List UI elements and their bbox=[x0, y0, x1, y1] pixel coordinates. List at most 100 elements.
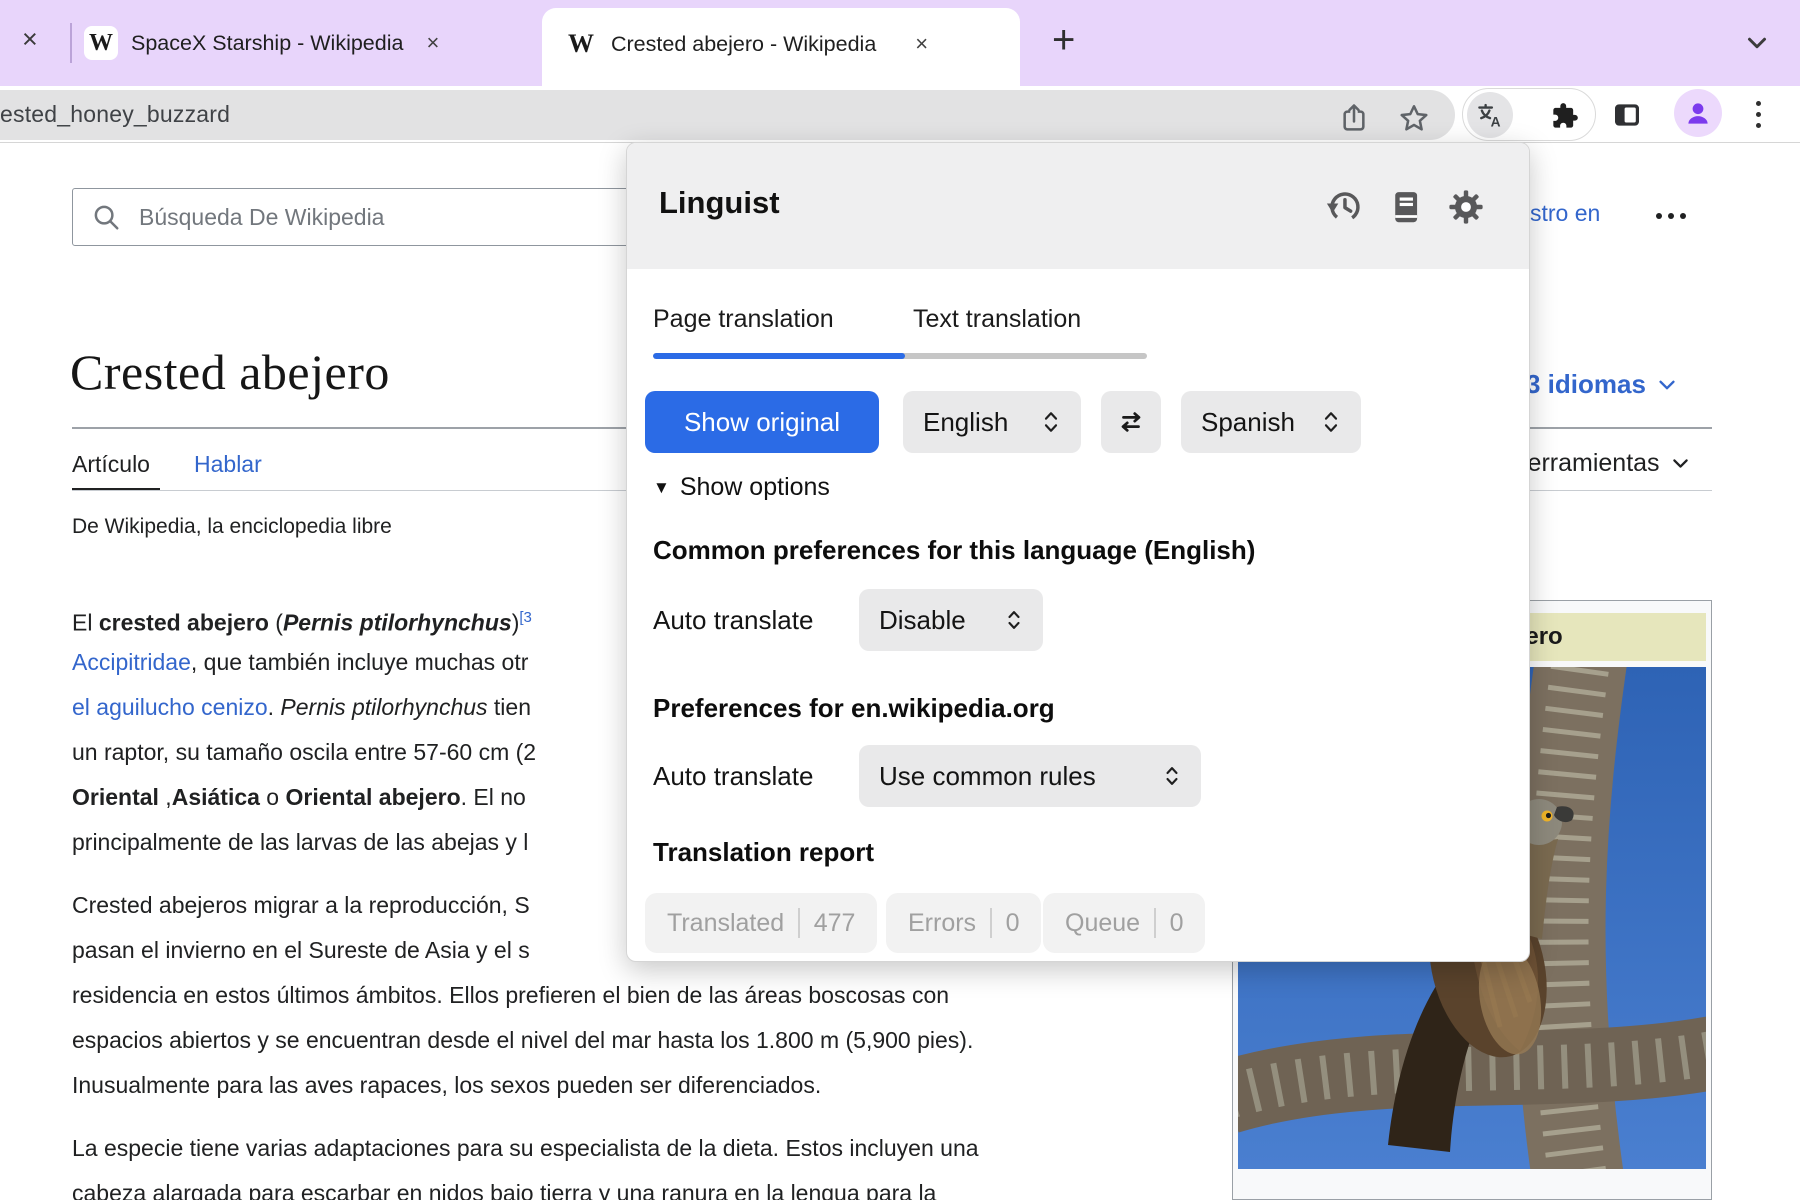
article-text: Pernis ptilorhynchus bbox=[280, 694, 487, 720]
article-text: o bbox=[260, 784, 286, 810]
tab-text-translation[interactable]: Text translation bbox=[913, 305, 1081, 334]
article-text: residencia en estos últimos ámbitos. Ell… bbox=[72, 982, 949, 1008]
tab-list-chevron-icon[interactable] bbox=[1742, 28, 1772, 58]
triangle-down-icon: ▼ bbox=[653, 478, 670, 498]
article-text: , bbox=[159, 784, 172, 810]
signin-link-fragment[interactable]: stro en bbox=[1530, 200, 1600, 227]
badge-value: 477 bbox=[814, 909, 856, 938]
tab-spacex[interactable]: W SpaceX Starship - Wikipedia × bbox=[84, 0, 439, 86]
show-original-label: Show original bbox=[684, 407, 840, 438]
badge-value: 0 bbox=[1006, 909, 1020, 938]
common-auto-translate-value: Disable bbox=[879, 605, 966, 636]
share-icon[interactable] bbox=[1338, 102, 1370, 134]
extensions-pill: A bbox=[1462, 88, 1596, 141]
tab-strip: × W SpaceX Starship - Wikipedia × W Cres… bbox=[0, 0, 1800, 86]
translated-count-badge: Translated 477 bbox=[645, 893, 877, 953]
tab-title: Crested abejero - Wikipedia bbox=[611, 32, 876, 57]
badge-value: 0 bbox=[1170, 909, 1184, 938]
dictionary-icon[interactable] bbox=[1387, 188, 1425, 226]
updown-chevrons-icon bbox=[1041, 409, 1061, 435]
show-original-button[interactable]: Show original bbox=[645, 391, 879, 453]
badge-label: Errors bbox=[908, 909, 976, 938]
close-icon[interactable]: × bbox=[22, 24, 38, 55]
tab-close-icon[interactable]: × bbox=[426, 30, 439, 56]
article-text: pasan el invierno en el Sureste de Asia … bbox=[72, 937, 530, 963]
languages-dropdown[interactable]: 3 idiomas bbox=[1526, 369, 1678, 400]
tab-crested-abejero[interactable]: W Crested abejero - Wikipedia × bbox=[542, 8, 1020, 86]
article-text: espacios abiertos y se encuentran desde … bbox=[72, 1027, 973, 1053]
popup-title: Linguist bbox=[659, 185, 780, 221]
profile-avatar[interactable] bbox=[1674, 89, 1722, 137]
errors-count-badge: Errors 0 bbox=[886, 893, 1041, 953]
chevron-down-icon bbox=[1656, 374, 1678, 396]
history-icon[interactable] bbox=[1325, 188, 1363, 226]
article-text: . bbox=[268, 694, 281, 720]
article-text: tien bbox=[488, 694, 531, 720]
updown-chevrons-icon bbox=[1321, 409, 1341, 435]
article-text: El bbox=[72, 610, 99, 636]
article-text: Crested abejeros migrar a la reproducció… bbox=[72, 892, 530, 918]
source-language-value: English bbox=[923, 407, 1008, 438]
browser-menu-icon[interactable] bbox=[1756, 101, 1761, 128]
tab-article[interactable]: Artículo bbox=[72, 451, 150, 478]
new-tab-button[interactable]: + bbox=[1052, 18, 1075, 62]
page-more-icon[interactable] bbox=[1656, 213, 1686, 219]
article-text: un raptor, su tamaño oscila entre 57-60 … bbox=[72, 739, 536, 765]
article-text: [3 bbox=[519, 609, 532, 626]
queue-count-badge: Queue0 bbox=[1043, 893, 1205, 953]
tools-dropdown[interactable]: lerramientas bbox=[1522, 449, 1691, 478]
article-link[interactable]: Accipitridae bbox=[72, 649, 191, 675]
show-options-toggle[interactable]: ▼ Show options bbox=[653, 473, 830, 502]
tab-underline bbox=[653, 353, 1147, 359]
tab-talk[interactable]: Hablar bbox=[194, 451, 262, 478]
target-language-select[interactable]: Spanish bbox=[1181, 391, 1361, 453]
article-text: principalmente de las larvas de las abej… bbox=[72, 829, 528, 855]
common-auto-translate-select[interactable]: Disable bbox=[859, 589, 1043, 651]
side-panel-icon[interactable] bbox=[1610, 99, 1644, 131]
swap-languages-button[interactable] bbox=[1101, 391, 1161, 453]
tab-title: SpaceX Starship - Wikipedia bbox=[131, 31, 403, 56]
settings-gear-icon[interactable] bbox=[1447, 188, 1485, 226]
svg-text:A: A bbox=[1491, 114, 1501, 129]
wikipedia-search-input[interactable]: Búsqueda De Wikipedia bbox=[72, 188, 672, 246]
article-line: Inusualmente para las aves rapaces, los … bbox=[72, 1063, 1202, 1108]
updown-chevrons-icon bbox=[1005, 608, 1023, 632]
tab-close-icon[interactable]: × bbox=[915, 31, 928, 57]
tab-divider bbox=[70, 23, 72, 63]
wikipedia-favicon: W bbox=[84, 26, 118, 60]
search-placeholder: Búsqueda De Wikipedia bbox=[139, 204, 384, 231]
article-text: cabeza alargada para escarbar en nidos b… bbox=[72, 1180, 936, 1200]
url-text: ested_honey_buzzard bbox=[0, 101, 230, 128]
article-text: Oriental abejero bbox=[286, 784, 461, 810]
article-line: cabeza alargada para escarbar en nidos b… bbox=[72, 1171, 1202, 1200]
target-language-value: Spanish bbox=[1201, 407, 1295, 438]
tools-label: lerramientas bbox=[1522, 449, 1660, 478]
badge-label: Translated bbox=[667, 909, 784, 938]
bookmark-star-icon[interactable] bbox=[1398, 102, 1430, 134]
article-line: residencia en estos últimos ámbitos. Ell… bbox=[72, 973, 1202, 1018]
article-text: Oriental bbox=[72, 784, 159, 810]
article-link[interactable]: el aguilucho cenizo bbox=[72, 694, 268, 720]
swap-arrows-icon bbox=[1116, 407, 1146, 437]
article-text: La especie tiene varias adaptaciones par… bbox=[72, 1135, 979, 1161]
browser-toolbar: ested_honey_buzzard A bbox=[0, 86, 1800, 143]
tab-page-translation[interactable]: Page translation bbox=[653, 305, 834, 334]
article-text: . El no bbox=[461, 784, 526, 810]
article-text: Pernis ptilorhynchus bbox=[283, 610, 512, 636]
article-text: Asiática bbox=[172, 784, 260, 810]
active-tab-underline bbox=[653, 353, 905, 359]
auto-translate-label: Auto translate bbox=[653, 589, 813, 651]
address-bar[interactable]: ested_honey_buzzard bbox=[0, 90, 1455, 140]
article-paragraph: La especie tiene varias adaptaciones par… bbox=[72, 1126, 1202, 1200]
source-language-select[interactable]: English bbox=[903, 391, 1081, 453]
article-line: espacios abiertos y se encuentran desde … bbox=[72, 1018, 1202, 1063]
site-auto-translate-select[interactable]: Use common rules bbox=[859, 745, 1201, 807]
wikipedia-favicon: W bbox=[564, 27, 598, 61]
extensions-puzzle-icon[interactable] bbox=[1551, 102, 1579, 130]
translate-icon: A bbox=[1475, 100, 1505, 130]
common-preferences-heading: Common preferences for this language (En… bbox=[653, 535, 1255, 566]
browser-window: × W SpaceX Starship - Wikipedia × W Cres… bbox=[0, 0, 1800, 1200]
translate-button[interactable]: A bbox=[1467, 92, 1513, 138]
site-preferences-heading: Preferences for en.wikipedia.org bbox=[653, 693, 1055, 724]
translation-report-heading: Translation report bbox=[653, 837, 874, 868]
